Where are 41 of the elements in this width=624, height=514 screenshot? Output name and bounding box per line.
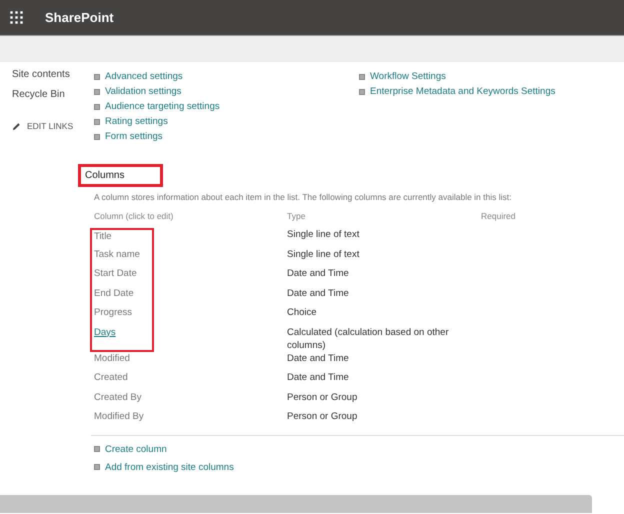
- column-name[interactable]: Title: [94, 231, 112, 242]
- column-type: Person or Group: [287, 390, 358, 404]
- edit-links-link[interactable]: EDIT LINKS: [27, 121, 74, 131]
- action-link[interactable]: Create column: [94, 444, 624, 454]
- settings-link[interactable]: Advanced settings: [94, 71, 359, 82]
- settings-link[interactable]: Workflow Settings: [359, 71, 624, 82]
- column-link[interactable]: Days: [94, 326, 116, 338]
- column-name[interactable]: Progress: [94, 307, 132, 318]
- pencil-icon: [12, 122, 21, 130]
- column-type: Single line of text: [287, 248, 360, 262]
- column-type: Person or Group: [287, 410, 358, 424]
- column-name[interactable]: Modified By: [94, 411, 144, 422]
- app-launcher-icon[interactable]: [10, 11, 23, 24]
- settings-link[interactable]: Enterprise Metadata and Keywords Settings: [359, 86, 624, 97]
- scrollbar[interactable]: [0, 495, 592, 513]
- column-type: Date and Time: [287, 267, 350, 281]
- column-header: Required: [481, 211, 516, 223]
- nav-link[interactable]: Site contents: [12, 69, 94, 80]
- action-link[interactable]: Add from existing site columns: [94, 462, 624, 472]
- section-heading: Columns: [78, 164, 164, 187]
- settings-link[interactable]: Form settings: [94, 131, 359, 142]
- column-name[interactable]: Created: [94, 372, 128, 383]
- column-name[interactable]: Modified: [94, 352, 130, 364]
- app-title[interactable]: SharePoint: [45, 10, 114, 25]
- section-description: A column stores information about each item in the list. The following columns are currently available in this list:: [94, 192, 512, 202]
- column-name[interactable]: Start Date: [94, 268, 137, 279]
- column-type: Choice: [287, 306, 318, 320]
- column-header: Type: [287, 211, 306, 223]
- column-name[interactable]: End Date: [94, 288, 134, 298]
- column-header: Column (click to edit): [94, 211, 174, 223]
- settings-link[interactable]: Audience targeting settings: [94, 101, 359, 112]
- column-type: Calculated (calculation based on other columns): [287, 326, 450, 352]
- column-type: Single line of text: [287, 228, 360, 242]
- column-type: Date and Time: [287, 286, 350, 300]
- column-name[interactable]: Task name: [94, 248, 140, 260]
- settings-link[interactable]: Validation settings: [94, 86, 359, 97]
- nav-link[interactable]: Recycle Bin: [12, 89, 94, 100]
- column-type: Date and Time: [287, 371, 350, 385]
- column-type: Date and Time: [287, 352, 350, 366]
- settings-link[interactable]: Rating settings: [94, 116, 359, 127]
- column-name[interactable]: Created By: [94, 392, 142, 402]
